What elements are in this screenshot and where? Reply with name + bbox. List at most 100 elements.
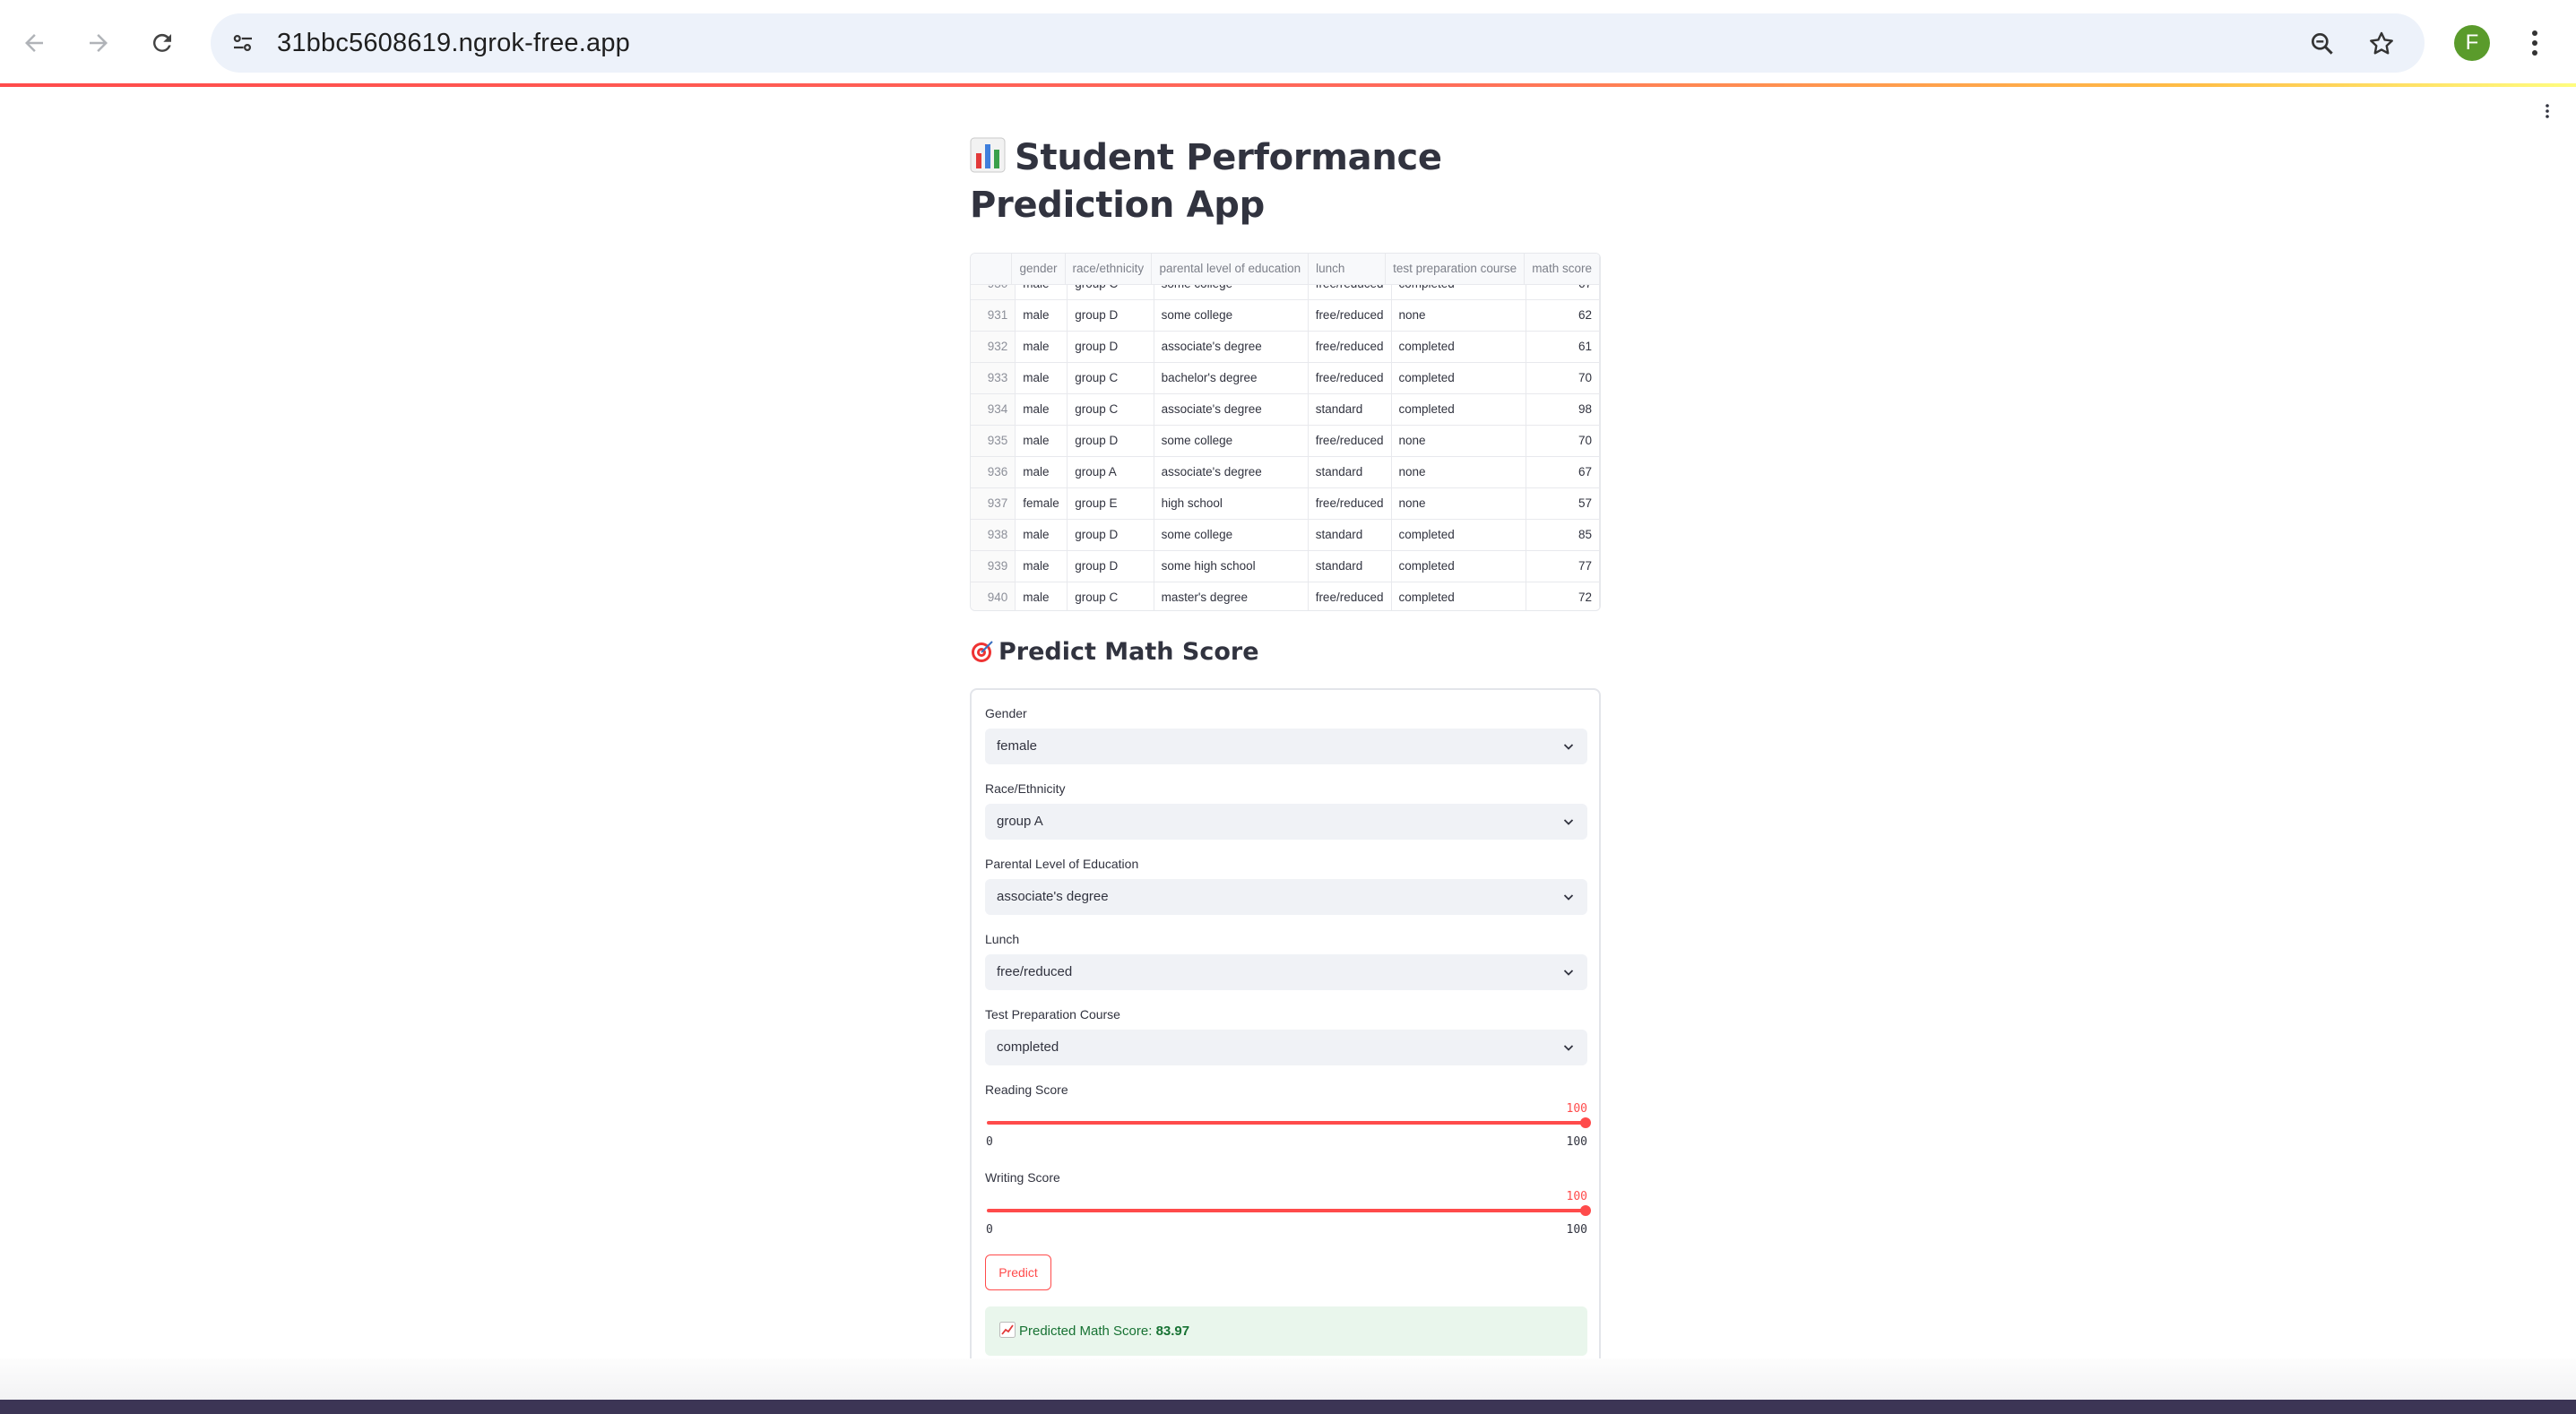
back-icon[interactable]	[13, 22, 56, 65]
app-menu-icon[interactable]	[2538, 100, 2556, 122]
reload-icon[interactable]	[141, 22, 184, 65]
browser-toolbar: 31bbc5608619.ngrok-free.app F	[0, 0, 2576, 86]
table-cell: high school	[1154, 487, 1309, 520]
bar-chart-emoji-icon	[970, 137, 1006, 173]
table-row[interactable]: 938 male group D some college standard c…	[971, 519, 1600, 551]
forward-icon[interactable]	[77, 22, 120, 65]
race-select-value: group A	[997, 814, 1043, 829]
table-cell: group D	[1067, 299, 1154, 332]
table-cell: group C	[1067, 362, 1154, 394]
table-cell: group D	[1067, 519, 1154, 551]
test-prep-label: Test Preparation Course	[985, 1007, 1120, 1022]
table-cell: free/reduced	[1308, 582, 1392, 610]
table-cell: completed	[1391, 362, 1526, 394]
reading-score-value: 100	[1566, 1102, 1587, 1116]
table-header: gender race/ethnicity parental level of …	[971, 254, 1600, 285]
site-settings-icon[interactable]	[225, 25, 261, 61]
chevron-down-icon	[1563, 819, 1574, 825]
app-decoration-bar	[0, 83, 2576, 87]
table-cell: male	[1015, 299, 1068, 332]
table-row[interactable]: 940 male group C master's degree free/re…	[971, 582, 1600, 610]
dataframe-table[interactable]: gender race/ethnicity parental level of …	[970, 253, 1601, 611]
table-cell: 939	[971, 550, 1016, 582]
table-cell: group A	[1067, 456, 1154, 488]
reading-score-slider-thumb[interactable]	[1580, 1117, 1591, 1128]
table-cell: completed	[1391, 393, 1526, 426]
lunch-select-value: free/reduced	[997, 964, 1073, 979]
table-row[interactable]: 931 male group D some college free/reduc…	[971, 299, 1600, 332]
table-cell: associate's degree	[1154, 456, 1309, 488]
table-cell: 77	[1526, 550, 1600, 582]
table-row[interactable]: 932 male group D associate's degree free…	[971, 331, 1600, 363]
table-row[interactable]: 933 male group C bachelor's degree free/…	[971, 362, 1600, 394]
column-header-test-prep[interactable]: test preparation course	[1385, 254, 1526, 285]
gender-select[interactable]: female	[985, 729, 1587, 764]
table-cell: group E	[1067, 487, 1154, 520]
browser-menu-icon[interactable]	[2521, 23, 2548, 63]
table-cell: male	[1015, 456, 1068, 488]
table-cell: completed	[1391, 519, 1526, 551]
table-cell: 940	[971, 582, 1016, 610]
table-body: 930 male group C some college free/reduc…	[971, 268, 1600, 610]
page-title: Student Performance Prediction App	[970, 134, 1601, 229]
table-cell: free/reduced	[1308, 362, 1392, 394]
table-cell: male	[1015, 331, 1068, 363]
address-bar[interactable]: 31bbc5608619.ngrok-free.app	[211, 13, 2425, 73]
table-row[interactable]: 937 female group E high school free/redu…	[971, 487, 1600, 520]
table-cell: group C	[1067, 582, 1154, 610]
column-header-race[interactable]: race/ethnicity	[1065, 254, 1153, 285]
test-prep-select[interactable]: completed	[985, 1030, 1587, 1065]
table-cell: group D	[1067, 425, 1154, 457]
table-cell: associate's degree	[1154, 331, 1309, 363]
os-taskbar	[0, 1400, 2576, 1414]
table-row[interactable]: 939 male group D some high school standa…	[971, 550, 1600, 582]
column-header-parental-education[interactable]: parental level of education	[1151, 254, 1310, 285]
table-cell: completed	[1391, 331, 1526, 363]
url-text[interactable]: 31bbc5608619.ngrok-free.app	[277, 29, 630, 58]
target-emoji-icon	[970, 639, 995, 664]
writing-score-slider-thumb[interactable]	[1580, 1205, 1591, 1216]
table-cell: free/reduced	[1308, 331, 1392, 363]
table-row[interactable]: 934 male group C associate's degree stan…	[971, 393, 1600, 426]
chevron-down-icon	[1563, 1045, 1574, 1051]
column-header-gender[interactable]: gender	[1011, 254, 1066, 285]
predict-heading: Predict Math Score	[970, 638, 1259, 666]
table-cell: male	[1015, 582, 1068, 610]
zoom-icon[interactable]	[2304, 26, 2340, 62]
table-cell: none	[1391, 299, 1526, 332]
table-row[interactable]: 935 male group D some college free/reduc…	[971, 425, 1600, 457]
race-select[interactable]: group A	[985, 804, 1587, 840]
chevron-down-icon	[1563, 894, 1574, 901]
table-cell: 932	[971, 331, 1016, 363]
table-cell: bachelor's degree	[1154, 362, 1309, 394]
reading-score-slider[interactable]	[987, 1121, 1586, 1125]
table-row[interactable]: 936 male group A associate's degree stan…	[971, 456, 1600, 488]
table-cell: 70	[1526, 362, 1600, 394]
parent-education-select[interactable]: associate's degree	[985, 879, 1587, 915]
writing-score-slider[interactable]	[987, 1209, 1586, 1212]
column-header-math-score[interactable]: math score	[1524, 254, 1600, 285]
reading-score-min: 0	[986, 1135, 993, 1149]
writing-score-min: 0	[986, 1223, 993, 1237]
table-cell: 72	[1526, 582, 1600, 610]
race-label: Race/Ethnicity	[985, 781, 1066, 796]
predict-button[interactable]: Predict	[985, 1254, 1051, 1290]
table-cell: standard	[1308, 456, 1392, 488]
table-cell: 62	[1526, 299, 1600, 332]
parent-education-select-value: associate's degree	[997, 889, 1109, 904]
column-header-lunch[interactable]: lunch	[1308, 254, 1387, 285]
table-cell: 67	[1526, 456, 1600, 488]
writing-score-value: 100	[1566, 1190, 1587, 1203]
column-header-index[interactable]	[971, 254, 1013, 285]
table-cell: none	[1391, 456, 1526, 488]
profile-avatar[interactable]: F	[2454, 25, 2490, 61]
table-cell: standard	[1308, 393, 1392, 426]
lunch-select[interactable]: free/reduced	[985, 954, 1587, 990]
table-cell: 938	[971, 519, 1016, 551]
table-cell: 931	[971, 299, 1016, 332]
table-cell: free/reduced	[1308, 299, 1392, 332]
writing-score-label: Writing Score	[985, 1170, 1060, 1185]
table-cell: 933	[971, 362, 1016, 394]
bookmark-star-icon[interactable]	[2364, 26, 2399, 62]
table-cell: standard	[1308, 550, 1392, 582]
